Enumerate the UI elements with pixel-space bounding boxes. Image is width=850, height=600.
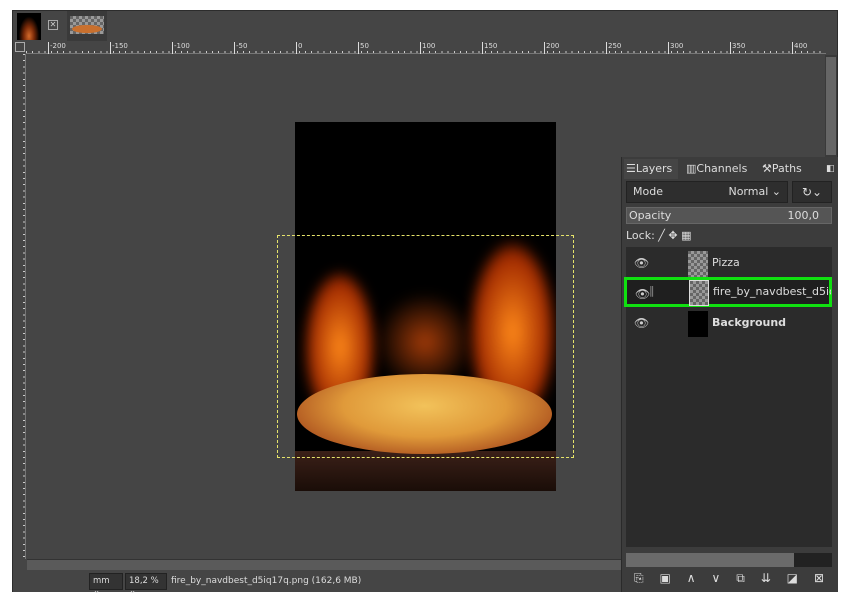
new-layer-group-icon[interactable]: ▣ — [659, 571, 670, 589]
duplicate-layer-icon[interactable]: ⧉ — [736, 571, 745, 589]
composite-mode-button[interactable]: ↻⌄ — [792, 181, 832, 203]
unit-select[interactable]: mm ⌄ — [89, 573, 123, 596]
ruler-label: 0 — [296, 42, 302, 54]
image-tab-2[interactable] — [67, 11, 107, 41]
eye-icon[interactable]: 👁 — [634, 256, 649, 270]
chain-icon[interactable]: ‖ — [649, 284, 655, 297]
mode-value: Normal ⌄ — [728, 185, 781, 198]
layers-list: 👁Pizza 👁‖fire_by_navdbest_d5iq17q 👁Backg… — [624, 247, 832, 547]
image-tabs: ✕ — [13, 11, 837, 41]
delete-layer-icon[interactable]: ⊠ — [814, 571, 824, 589]
layers-icon: ☰ — [626, 162, 636, 175]
unit-value: mm — [93, 576, 110, 586]
ruler-label: 100 — [420, 42, 435, 54]
layer-thumbnail — [688, 251, 708, 277]
close-icon[interactable]: ✕ — [48, 20, 58, 30]
ruler-label: 150 — [482, 42, 497, 54]
vertical-ruler — [13, 54, 26, 559]
ruler-label: 300 — [668, 42, 683, 54]
eye-icon[interactable]: 👁 — [635, 287, 650, 301]
quick-mask-toggle[interactable] — [15, 42, 25, 52]
status-bar: mm ⌄ 18,2 % ⌄ fire_by_navdbest_d5iq17q.p… — [13, 571, 621, 596]
lock-position-icon[interactable]: ✥ — [668, 229, 677, 242]
mask-icon[interactable]: ◪ — [787, 571, 798, 589]
image-thumbnail — [70, 16, 104, 34]
ruler-label: -200 — [48, 42, 66, 54]
layer-name: Background — [712, 316, 787, 329]
gimp-window: ✕ -200 -150 -100 -50 0 50 100 150 200 250 300 350 40… — [12, 10, 838, 596]
image-tab-1[interactable] — [17, 13, 41, 40]
layer-thumbnail — [688, 311, 708, 337]
layer-name: Pizza — [712, 256, 740, 269]
ruler-label: 250 — [606, 42, 621, 54]
ruler-label: -100 — [172, 42, 190, 54]
new-layer-icon[interactable]: ⎘ — [634, 571, 644, 589]
ruler-label: -50 — [234, 42, 247, 54]
zoom-select[interactable]: 18,2 % ⌄ — [125, 573, 167, 596]
file-info: fire_by_navdbest_d5iq17q.png (162,6 MB) — [171, 576, 362, 586]
opacity-slider[interactable]: Opacity 100,0 — [626, 207, 832, 224]
layer-item[interactable]: 👁 Background — [626, 309, 832, 337]
raise-layer-icon[interactable]: ∧ — [687, 571, 696, 589]
mode-label: Mode — [633, 185, 663, 198]
ruler-label: 50 — [358, 42, 369, 54]
vertical-scrollbar[interactable] — [825, 55, 837, 159]
ruler-label: -150 — [110, 42, 128, 54]
horizontal-scrollbar[interactable] — [27, 559, 623, 570]
ruler-label: 400 — [792, 42, 807, 54]
horizontal-ruler: -200 -150 -100 -50 0 50 100 150 200 250 300 350 400 — [26, 42, 826, 54]
dock-menu-icon[interactable]: ◧ — [824, 159, 835, 179]
eye-icon[interactable]: 👁 — [634, 316, 649, 330]
tab-label: Paths — [771, 162, 802, 175]
ruler-label: 200 — [544, 42, 559, 54]
layer-boundary — [277, 235, 574, 458]
opacity-label: Opacity — [629, 209, 672, 222]
lower-layer-icon[interactable]: ∨ — [711, 571, 720, 589]
ruler-label: 350 — [730, 42, 745, 54]
layer-item[interactable]: 👁 Pizza — [626, 249, 832, 277]
tab-paths[interactable]: ⚒Paths — [760, 159, 802, 179]
lock-alpha-icon[interactable]: ▦ — [681, 229, 691, 242]
lock-pixels-icon[interactable]: ╱ — [658, 229, 665, 242]
layer-name: fire_by_navdbest_d5iq17q — [713, 285, 831, 298]
layer-buttons: ⎘ ▣ ∧ ∨ ⧉ ⇊ ◪ ⊠ — [626, 571, 832, 589]
opacity-value: 100,0 — [787, 209, 820, 222]
layer-item-selected[interactable]: 👁‖ fire_by_navdbest_d5iq17q — [624, 277, 832, 307]
tab-channels[interactable]: ▥Channels — [684, 159, 747, 179]
lock-label: Lock: — [626, 229, 655, 242]
channels-icon: ▥ — [686, 162, 697, 175]
zoom-value: 18,2 % — [129, 576, 159, 586]
mode-select[interactable]: Mode Normal ⌄ — [626, 181, 788, 203]
tab-label: Layers — [635, 162, 673, 175]
layers-scrollbar[interactable] — [626, 553, 832, 567]
tab-label: Channels — [696, 162, 748, 175]
layers-dock: ☰Layers ▥Channels ⚒Paths ◧ Mode Normal ⌄ … — [621, 157, 838, 592]
tab-layers[interactable]: ☰Layers — [624, 159, 678, 179]
merge-down-icon[interactable]: ⇊ — [761, 571, 771, 589]
paths-icon: ⚒ — [762, 162, 772, 175]
layer-thumbnail — [689, 280, 709, 306]
lock-row: Lock: ╱ ✥ ▦ — [626, 227, 832, 245]
